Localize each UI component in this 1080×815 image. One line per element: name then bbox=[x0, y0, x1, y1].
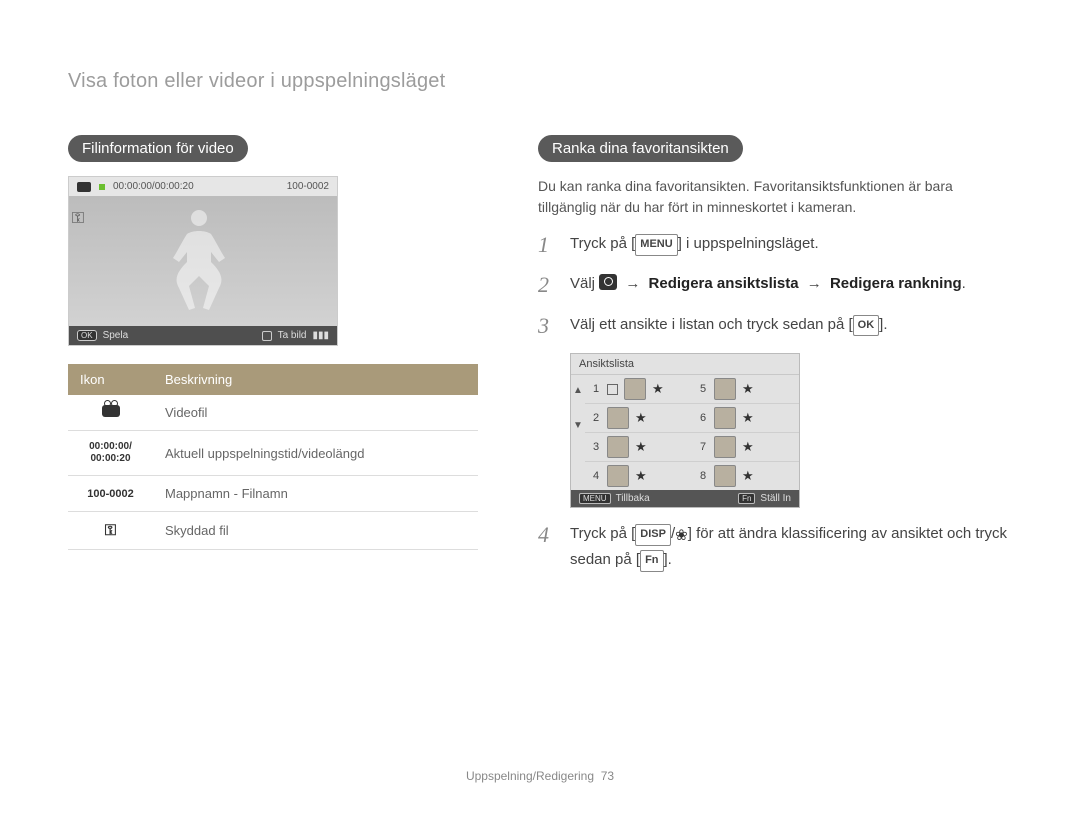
face-thumb bbox=[607, 465, 629, 487]
video-info-card: 00:00:00/00:00:20 100-0002 ⚿ OK Spela Ta… bbox=[68, 176, 338, 346]
ok-button-label: OK bbox=[853, 315, 880, 337]
cell-desc: Aktuell uppspelningstid/videolängd bbox=[153, 431, 478, 476]
movie-icon bbox=[77, 182, 91, 192]
face-thumb bbox=[607, 407, 629, 429]
th-icon: Ikon bbox=[68, 364, 153, 395]
play-indicator-icon bbox=[99, 184, 105, 190]
menu-tag-icon: MENU bbox=[579, 493, 611, 504]
step-body: Tryck på [MENU] i uppspelningsläget. bbox=[570, 232, 1012, 258]
arrow-icon: → bbox=[807, 275, 822, 292]
step-number: 3 bbox=[538, 313, 556, 339]
left-column: Filinformation för video 00:00:00/00:00:… bbox=[68, 135, 478, 586]
cell-icon: ⚿ bbox=[68, 512, 153, 550]
macro-flower-icon: ❀ bbox=[675, 524, 688, 548]
page-title: Visa foton eller videor i uppspelningslä… bbox=[68, 70, 1012, 93]
disp-button-label: DISP bbox=[635, 524, 671, 546]
list-item: 1 Tryck på [MENU] i uppspelningsläget. bbox=[538, 232, 1012, 258]
battery-icon: ▮▮▮ bbox=[312, 330, 329, 341]
capture-icon bbox=[262, 331, 272, 341]
step-body: Tryck på [DISP/❀] för att ändra klassifi… bbox=[570, 522, 1012, 572]
star-icon: ★ bbox=[635, 468, 647, 484]
face-row: 2★ bbox=[585, 404, 692, 433]
steps-list-continued: 4 Tryck på [DISP/❀] för att ändra klassi… bbox=[538, 522, 1012, 572]
face-list-card: Ansiktslista ▲ ▼ 1★ 2★ 3★ 4★ 5★ 6★ 7★ 8★ bbox=[570, 353, 800, 508]
step-body: Välj → Redigera ansiktslista → Redigera … bbox=[570, 272, 1012, 298]
fn-button-label: Fn bbox=[640, 550, 663, 572]
face-thumb bbox=[714, 378, 736, 400]
star-icon: ★ bbox=[635, 410, 647, 426]
face-thumb bbox=[607, 436, 629, 458]
face-thumb bbox=[624, 378, 646, 400]
table-row: Videofil bbox=[68, 395, 478, 431]
foot-set-label: Ställ In bbox=[760, 493, 791, 504]
star-icon: ★ bbox=[742, 439, 754, 455]
star-icon: ★ bbox=[742, 468, 754, 484]
face-thumb bbox=[714, 465, 736, 487]
ok-badge-icon: OK bbox=[77, 330, 97, 341]
cell-desc: Skyddad fil bbox=[153, 512, 478, 550]
star-icon: ★ bbox=[742, 410, 754, 426]
videofile-icon bbox=[102, 405, 120, 417]
face-row: 1★ bbox=[585, 375, 692, 404]
video-time: 00:00:00/00:00:20 bbox=[113, 181, 194, 192]
cell-icon bbox=[68, 395, 153, 431]
step-number: 2 bbox=[538, 272, 556, 298]
table-row: 00:00:00/ 00:00:20 Aktuell uppspelningst… bbox=[68, 431, 478, 476]
foot-play-label: Spela bbox=[103, 330, 129, 341]
page-footer: Uppspelning/Redigering 73 bbox=[0, 769, 1080, 783]
list-item: 3 Välj ett ansikte i listan och tryck se… bbox=[538, 313, 1012, 339]
lock-icon: ⚿ bbox=[67, 210, 89, 228]
dancer-silhouette-icon bbox=[159, 204, 239, 320]
face-row: 4★ bbox=[585, 462, 692, 490]
star-icon: ★ bbox=[652, 381, 664, 397]
steps-list: 1 Tryck på [MENU] i uppspelningsläget. 2… bbox=[538, 232, 1012, 339]
cell-desc: Mappnamn - Filnamn bbox=[153, 476, 478, 512]
cell-icon: 100-0002 bbox=[68, 476, 153, 512]
lock-icon: ⚿ bbox=[105, 522, 116, 539]
section-label-right: Ranka dina favoritansikten bbox=[538, 135, 743, 162]
fn-tag-icon: Fn bbox=[738, 493, 755, 504]
face-row: 6★ bbox=[692, 404, 799, 433]
face-row: 3★ bbox=[585, 433, 692, 462]
step-number: 4 bbox=[538, 522, 556, 572]
list-item: 2 Välj → Redigera ansiktslista → Rediger… bbox=[538, 272, 1012, 298]
face-row: 7★ bbox=[692, 433, 799, 462]
right-column: Ranka dina favoritansikten Du kan ranka … bbox=[538, 135, 1012, 586]
th-desc: Beskrivning bbox=[153, 364, 478, 395]
face-thumb bbox=[714, 407, 736, 429]
icon-description-table: Ikon Beskrivning Videofil 00:00:00/ 00:0… bbox=[68, 364, 478, 550]
star-icon: ★ bbox=[635, 439, 647, 455]
section-label-left: Filinformation för video bbox=[68, 135, 248, 162]
intro-text: Du kan ranka dina favoritansikten. Favor… bbox=[538, 176, 1012, 218]
face-row: 8★ bbox=[692, 462, 799, 490]
table-row: 100-0002 Mappnamn - Filnamn bbox=[68, 476, 478, 512]
foot-back-label: Tillbaka bbox=[616, 493, 650, 504]
up-arrow-icon: ▲ bbox=[573, 385, 583, 396]
checkbox-icon bbox=[607, 384, 618, 395]
face-thumb bbox=[714, 436, 736, 458]
video-fileno: 100-0002 bbox=[287, 181, 329, 192]
face-row: 5★ bbox=[692, 375, 799, 404]
down-arrow-icon: ▼ bbox=[573, 420, 583, 431]
cell-desc: Videofil bbox=[153, 395, 478, 431]
face-settings-icon bbox=[599, 274, 617, 290]
table-row: ⚿ Skyddad fil bbox=[68, 512, 478, 550]
step-body: Välj ett ansikte i listan och tryck seda… bbox=[570, 313, 1012, 339]
arrow-icon: → bbox=[625, 275, 640, 292]
menu-button-label: MENU bbox=[635, 234, 677, 256]
cell-icon: 00:00:00/ 00:00:20 bbox=[68, 431, 153, 476]
star-icon: ★ bbox=[742, 381, 754, 397]
list-item: 4 Tryck på [DISP/❀] för att ändra klassi… bbox=[538, 522, 1012, 572]
foot-capture-label: Ta bild bbox=[278, 330, 307, 341]
step-number: 1 bbox=[538, 232, 556, 258]
face-card-title: Ansiktslista bbox=[571, 354, 799, 375]
